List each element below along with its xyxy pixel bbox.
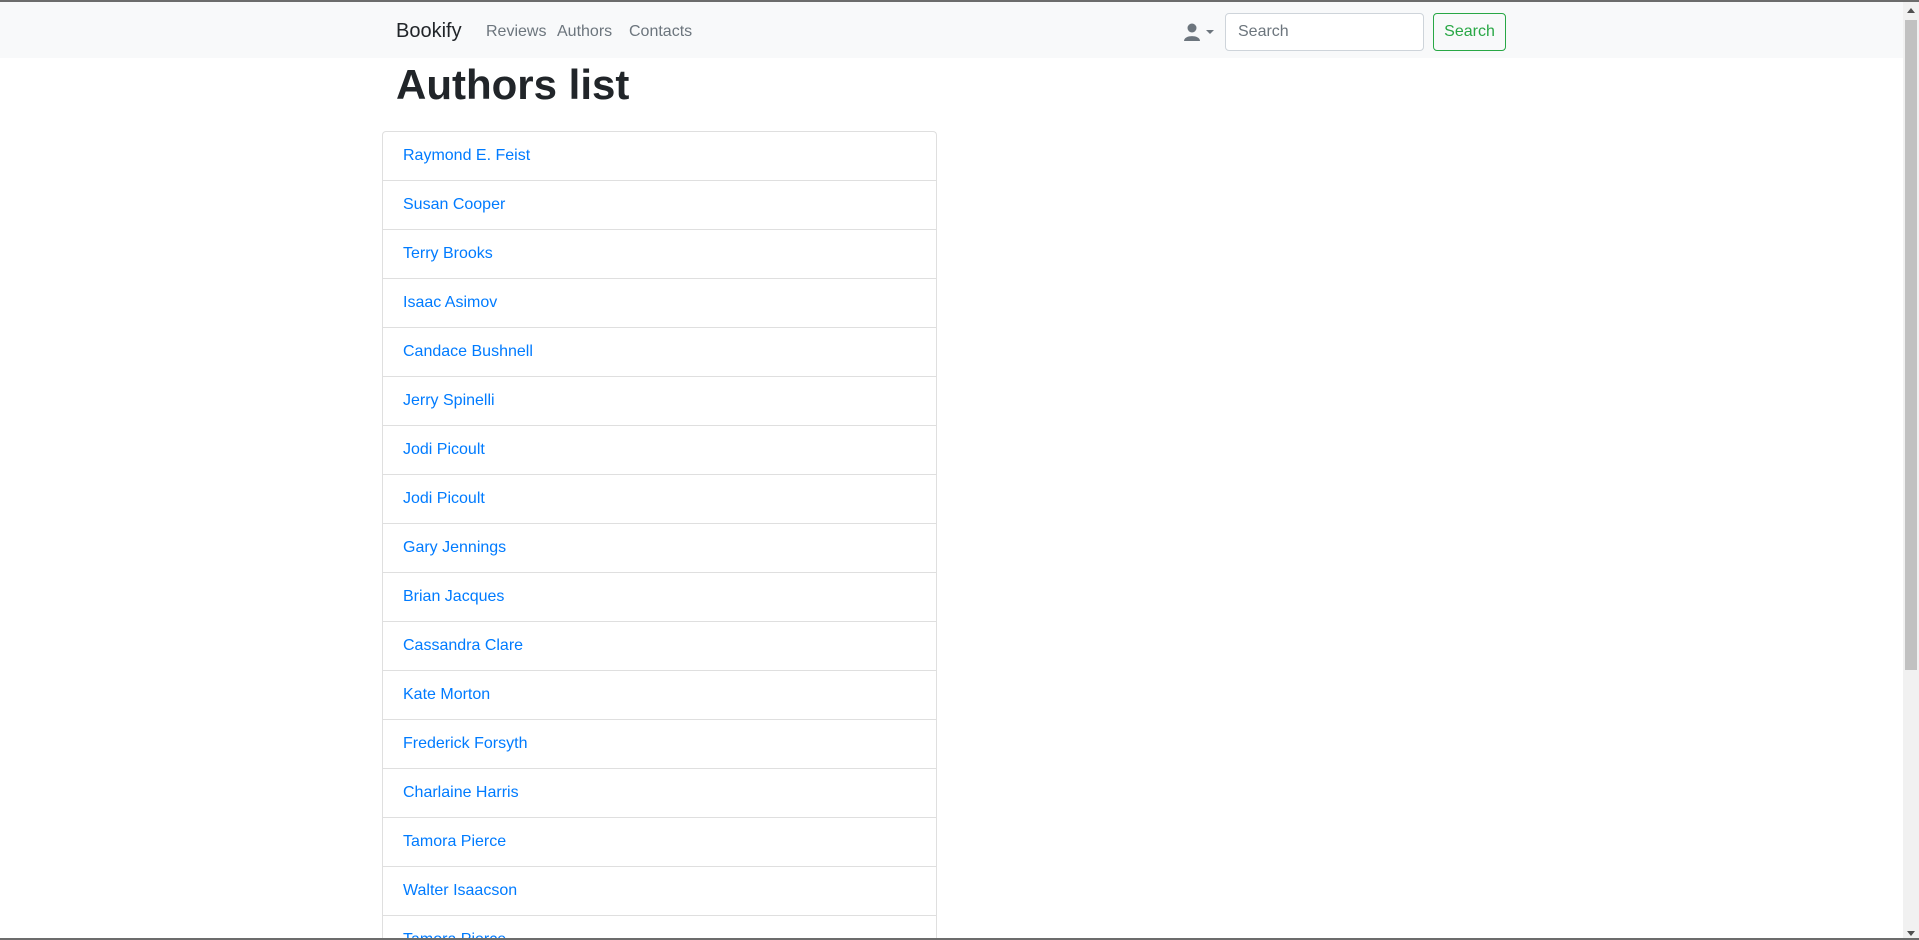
list-item: Charlaine Harris <box>383 769 936 818</box>
list-item: Gary Jennings <box>383 524 936 573</box>
author-link[interactable]: Jerry Spinelli <box>403 392 495 410</box>
list-item: Brian Jacques <box>383 573 936 622</box>
list-item: Jodi Picoult <box>383 426 936 475</box>
author-link[interactable]: Tamora Pierce <box>403 833 506 851</box>
list-item: Walter Isaacson <box>383 867 936 916</box>
search-input[interactable] <box>1225 13 1424 51</box>
author-link[interactable]: Kate Morton <box>403 686 490 704</box>
chevron-down-icon <box>1206 30 1214 34</box>
list-item: Jodi Picoult <box>383 475 936 524</box>
list-item: Isaac Asimov <box>383 279 936 328</box>
user-menu-dropdown[interactable] <box>1182 20 1218 44</box>
author-link[interactable]: Jodi Picoult <box>403 490 485 508</box>
author-link[interactable]: Cassandra Clare <box>403 637 523 655</box>
list-item: Jerry Spinelli <box>383 377 936 426</box>
author-link[interactable]: Charlaine Harris <box>403 784 519 802</box>
author-link[interactable]: Candace Bushnell <box>403 343 533 361</box>
author-link[interactable]: Brian Jacques <box>403 588 504 606</box>
list-item: Tamora Pierce <box>383 818 936 867</box>
list-item: Susan Cooper <box>383 181 936 230</box>
author-link[interactable]: Raymond E. Feist <box>403 147 530 165</box>
list-item: Cassandra Clare <box>383 622 936 671</box>
author-link[interactable]: Susan Cooper <box>403 196 505 214</box>
author-link[interactable]: Isaac Asimov <box>403 294 497 312</box>
list-item: Candace Bushnell <box>383 328 936 377</box>
list-item: Raymond E. Feist <box>383 132 936 181</box>
scroll-up-arrow-icon[interactable] <box>1907 8 1915 13</box>
vertical-scrollbar[interactable] <box>1903 2 1919 938</box>
author-link[interactable]: Gary Jennings <box>403 539 506 557</box>
page-title: Authors list <box>396 61 630 108</box>
navbar: Bookify Reviews Authors Contacts Search <box>0 2 1903 58</box>
search-button[interactable]: Search <box>1433 13 1506 51</box>
brand-link[interactable]: Bookify <box>396 20 462 43</box>
nav-link-contacts[interactable]: Contacts <box>629 23 692 41</box>
list-item: Terry Brooks <box>383 230 936 279</box>
nav-link-authors[interactable]: Authors <box>557 23 612 41</box>
scrollbar-thumb[interactable] <box>1905 20 1917 670</box>
list-item: Tamora Pierce <box>383 916 936 938</box>
browser-viewport: Bookify Reviews Authors Contacts Search … <box>0 0 1919 940</box>
scroll-down-arrow-icon[interactable] <box>1907 931 1915 936</box>
author-link[interactable]: Frederick Forsyth <box>403 735 527 753</box>
authors-list: Raymond E. Feist Susan Cooper Terry Brooks… <box>382 131 937 938</box>
author-link[interactable]: Walter Isaacson <box>403 882 517 900</box>
author-link[interactable]: Jodi Picoult <box>403 441 485 459</box>
list-item: Kate Morton <box>383 671 936 720</box>
author-link[interactable]: Terry Brooks <box>403 245 493 263</box>
author-link[interactable]: Tamora Pierce <box>403 931 506 938</box>
user-icon <box>1184 23 1214 41</box>
list-item: Frederick Forsyth <box>383 720 936 769</box>
nav-link-reviews[interactable]: Reviews <box>486 23 546 41</box>
